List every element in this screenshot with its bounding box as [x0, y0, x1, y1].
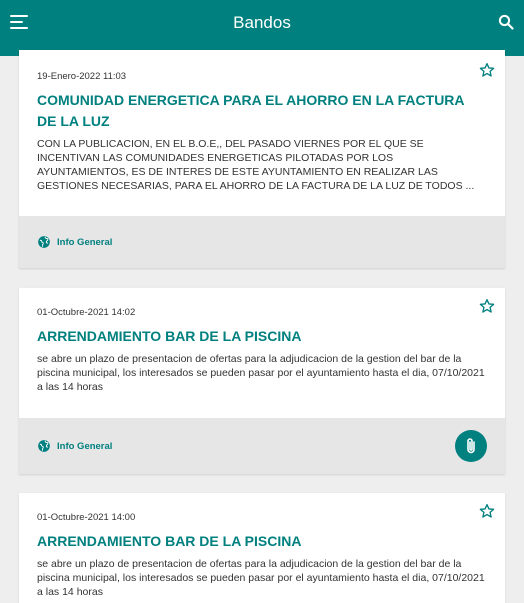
- page-title: Bandos: [233, 13, 291, 32]
- category-text: Info General: [57, 440, 113, 452]
- globe-icon: [38, 236, 50, 248]
- star-icon[interactable]: [479, 298, 495, 314]
- paperclip-icon: [467, 438, 475, 454]
- search-icon[interactable]: [498, 14, 514, 30]
- globe-icon: [38, 440, 50, 452]
- card-title[interactable]: ARRENDAMIENTO BAR DE LA PISCINA: [37, 326, 487, 347]
- category-label[interactable]: Info General: [37, 439, 112, 453]
- card-title[interactable]: COMUNIDAD ENERGETICA PARA EL AHORRO EN L…: [37, 90, 487, 132]
- card-body: se abre un plazo de presentacion de ofer…: [37, 353, 485, 393]
- star-icon[interactable]: [479, 503, 495, 519]
- card-title[interactable]: ARRENDAMIENTO BAR DE LA PISCINA: [37, 531, 487, 552]
- card-date: 01-Octubre-2021 14:02: [37, 307, 136, 318]
- card-date: 01-Octubre-2021 14:00: [37, 512, 136, 523]
- app-bar: Bandos: [0, 0, 524, 56]
- category-text: Info General: [57, 236, 113, 248]
- star-icon[interactable]: [479, 62, 495, 78]
- card-date: 19-Enero-2022 11:03: [37, 71, 127, 82]
- bando-card[interactable]: 01-Octubre-2021 14:02 ARRENDAMIENTO BAR …: [19, 288, 505, 474]
- card-footer: Info General: [19, 216, 505, 268]
- card-body: CON LA PUBLICACION, EN EL B.O.E,, DEL PA…: [37, 138, 475, 192]
- card-footer: Info General: [19, 418, 505, 474]
- card-body: se abre un plazo de presentacion de ofer…: [37, 558, 485, 598]
- attachment-button[interactable]: [455, 430, 487, 462]
- bando-card[interactable]: 01-Octubre-2021 14:00 ARRENDAMIENTO BAR …: [19, 493, 505, 603]
- bando-card[interactable]: 19-Enero-2022 11:03 COMUNIDAD ENERGETICA…: [19, 50, 505, 268]
- category-label[interactable]: Info General: [37, 235, 112, 249]
